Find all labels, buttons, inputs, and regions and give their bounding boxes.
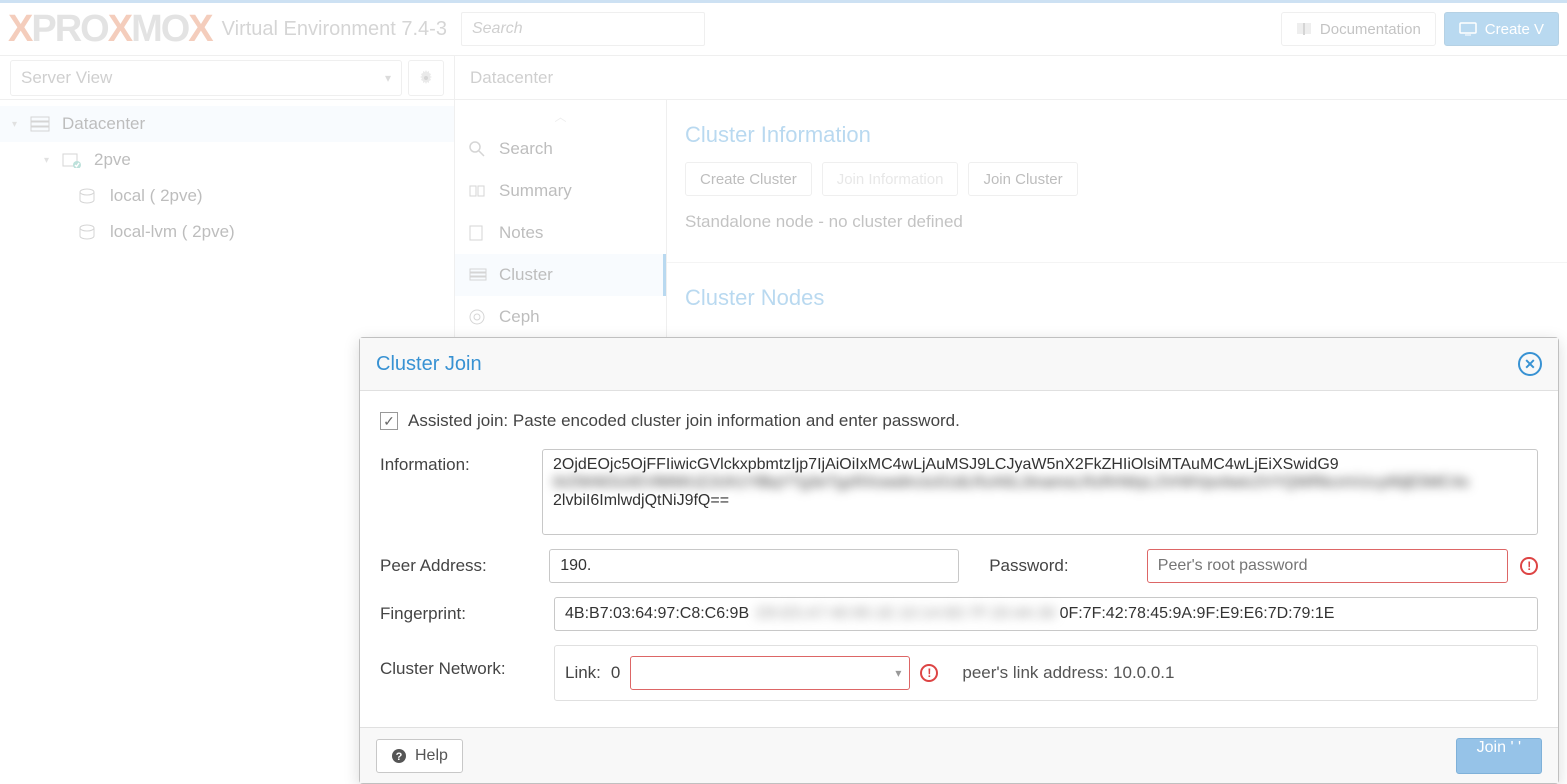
password-label: Password: [989,556,1135,576]
fingerprint-input[interactable]: 4B:B7:03:64:97:C8:C6:9B :D5:E5:A7:40:95:… [554,597,1538,631]
dialog-title: Cluster Join [376,353,482,376]
chevron-down-icon: ▾ [895,666,901,680]
peer-address-label: Peer Address: [380,556,537,576]
information-label: Information: [380,449,542,475]
close-icon: ✕ [1524,356,1536,373]
close-button[interactable]: ✕ [1518,352,1542,376]
link-label: Link: [565,663,601,683]
help-icon: ? [391,748,407,764]
error-icon: ! [920,664,938,682]
assisted-join-label: Assisted join: Paste encoded cluster joi… [408,411,960,431]
assisted-join-checkbox[interactable]: ✓ [380,412,398,430]
cluster-join-dialog: Cluster Join ✕ ✓ Assisted join: Paste en… [359,337,1559,784]
svg-text:?: ? [396,751,403,763]
peer-address-input[interactable] [549,549,959,583]
dialog-header: Cluster Join ✕ [360,338,1558,391]
information-textarea[interactable]: 2OjdEOjc5OjFFIiwicGVlckxpbmtzIjp7IjAiOiI… [542,449,1538,535]
check-icon: ✓ [383,413,395,430]
cluster-network-box: Link: 0 ▾ ! peer's link address: 10.0.0.… [554,645,1538,701]
assisted-join-row: ✓ Assisted join: Paste encoded cluster j… [380,411,1538,431]
fingerprint-label: Fingerprint: [380,604,542,624]
help-button[interactable]: ? Help [376,739,463,773]
link-select[interactable]: ▾ [630,656,910,690]
link-number: 0 [611,663,620,683]
link-hint: peer's link address: 10.0.0.1 [962,663,1174,683]
password-input[interactable] [1147,549,1509,583]
cluster-network-label: Cluster Network: [380,645,542,679]
join-submit-button[interactable]: Join ' ' [1456,738,1542,774]
error-icon: ! [1520,557,1538,575]
